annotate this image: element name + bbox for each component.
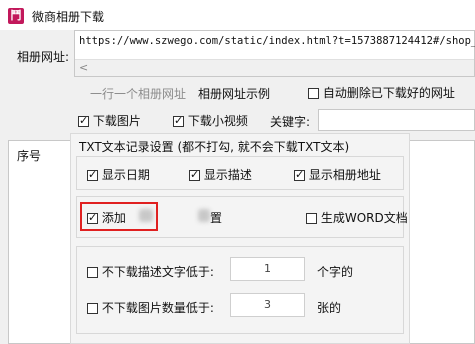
min-desc-label: 不下载描述文字低于: bbox=[101, 265, 214, 279]
min-images-input[interactable]: 3 bbox=[230, 293, 305, 317]
min-desc-input[interactable]: 1 bbox=[230, 257, 305, 281]
url-value: https://www.szwego.com/static/index.html… bbox=[79, 35, 475, 47]
show-date-option[interactable]: 显示日期 bbox=[87, 166, 150, 183]
keyword-input[interactable] bbox=[318, 109, 475, 131]
download-images-label: 下载图片 bbox=[92, 114, 141, 128]
min-images-unit: 张的 bbox=[317, 301, 342, 315]
show-album-url-label: 显示相册地址 bbox=[308, 168, 381, 182]
min-desc-checkbox[interactable] bbox=[87, 267, 98, 278]
min-images-option[interactable]: 不下载图片数量低于: bbox=[87, 299, 214, 316]
min-desc-unit: 个字的 bbox=[317, 265, 354, 279]
auto-delete-checkbox[interactable] bbox=[308, 88, 319, 99]
extra-options-group: 添加 置 生成WORD文档 bbox=[76, 196, 408, 238]
display-options-group: 显示日期 显示描述 显示相册地址 bbox=[76, 156, 404, 190]
download-images-checkbox[interactable] bbox=[78, 114, 89, 127]
min-desc-option[interactable]: 不下载描述文字低于: bbox=[87, 263, 214, 280]
txt-settings-panel: TXT文本记录设置 (都不打勾, 就不会下载TXT文本) 显示日期 显示描述 显… bbox=[70, 133, 410, 344]
url-textarea[interactable]: https://www.szwego.com/static/index.html… bbox=[74, 30, 475, 77]
horizontal-scrollbar[interactable]: < bbox=[75, 59, 474, 76]
column-header-index: 序号 bbox=[17, 149, 42, 163]
gen-word-label: 生成WORD文档 bbox=[320, 211, 408, 225]
min-images-label: 不下载图片数量低于: bbox=[101, 301, 214, 315]
download-videos-checkbox[interactable] bbox=[173, 114, 184, 127]
show-desc-label: 显示描述 bbox=[203, 168, 252, 182]
url-example-link[interactable]: 相册网址示例 bbox=[198, 85, 270, 102]
redacted-text bbox=[139, 209, 153, 222]
txt-settings-title: TXT文本记录设置 (都不打勾, 就不会下载TXT文本) bbox=[79, 140, 350, 154]
scroll-left-icon[interactable]: < bbox=[79, 61, 88, 74]
app-icon: 鬥 bbox=[8, 8, 24, 24]
download-images-option[interactable]: 下载图片 bbox=[78, 112, 141, 129]
keyword-label: 关键字: bbox=[270, 115, 311, 129]
gen-word-checkbox[interactable] bbox=[306, 213, 317, 224]
url-label: 相册网址: bbox=[17, 50, 70, 64]
show-date-checkbox[interactable] bbox=[87, 168, 98, 181]
add-label: 添加 bbox=[101, 211, 126, 225]
download-videos-label: 下载小视频 bbox=[187, 114, 248, 128]
add-checkbox[interactable] bbox=[87, 211, 98, 224]
show-desc-checkbox[interactable] bbox=[189, 168, 200, 181]
show-date-label: 显示日期 bbox=[101, 168, 150, 182]
gen-word-option[interactable]: 生成WORD文档 bbox=[306, 209, 408, 226]
auto-delete-label: 自动删除已下载好的网址 bbox=[322, 86, 455, 100]
show-album-url-checkbox[interactable] bbox=[294, 168, 305, 181]
min-images-checkbox[interactable] bbox=[87, 303, 98, 314]
show-album-url-option[interactable]: 显示相册地址 bbox=[294, 166, 381, 183]
filter-options-group: 不下载描述文字低于: 1 个字的 不下载图片数量低于: 3 张的 bbox=[76, 246, 404, 334]
window-title: 微商相册下载 bbox=[32, 10, 105, 24]
redacted-text bbox=[198, 209, 210, 222]
add-option[interactable]: 添加 bbox=[87, 209, 126, 226]
auto-delete-option[interactable]: 自动删除已下载好的网址 bbox=[308, 84, 455, 101]
download-videos-option[interactable]: 下载小视频 bbox=[173, 112, 248, 129]
show-desc-option[interactable]: 显示描述 bbox=[189, 166, 252, 183]
single-url-hint: 一行一个相册网址 bbox=[90, 87, 187, 101]
settings-link[interactable]: 置 bbox=[210, 209, 222, 226]
